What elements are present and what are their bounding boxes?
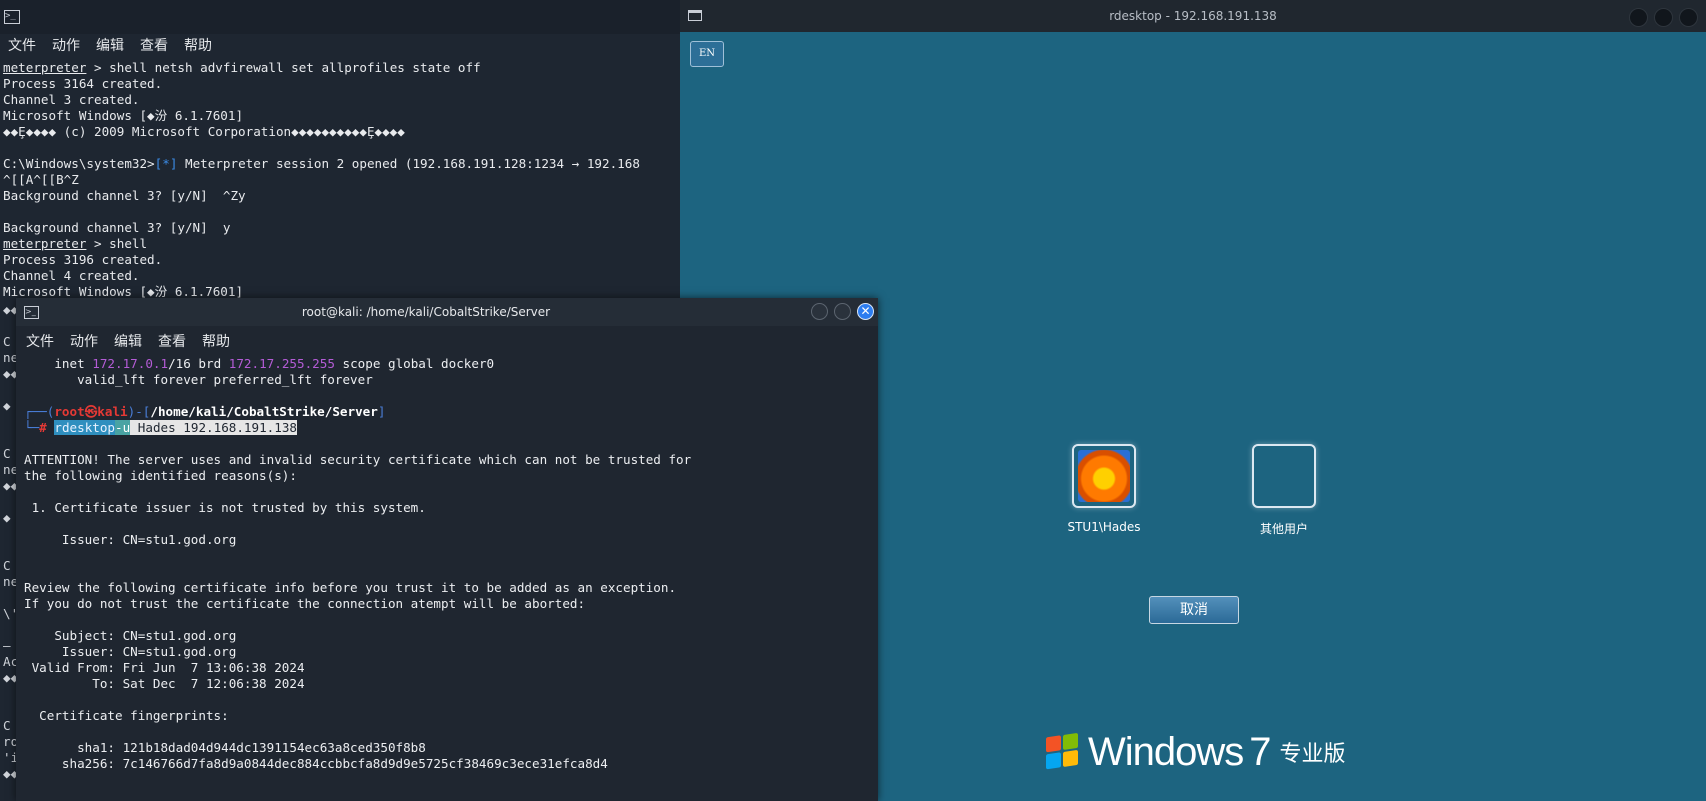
menu-edit[interactable]: 编辑 <box>96 35 124 55</box>
prompt-user: root <box>54 404 85 419</box>
prompt-decoration: └─ <box>24 420 40 435</box>
edge-fragment: C <box>3 446 11 461</box>
output-line: Subject: CN=stu1.god.org <box>24 628 237 643</box>
edge-fragment: ◆ <box>3 398 11 413</box>
menu-action[interactable]: 动作 <box>70 331 98 351</box>
inet-text: inet <box>24 356 93 371</box>
terminal-line: Meterpreter session 2 opened (192.168.19… <box>177 156 640 171</box>
terminal-line: Microsoft Windows [◆汾 6.1.7601] <box>3 108 244 123</box>
rdesktop-titlebar[interactable]: rdesktop - 192.168.191.138 <box>680 0 1706 32</box>
menu-help[interactable]: 帮助 <box>202 331 230 351</box>
menu-view[interactable]: 查看 <box>158 331 186 351</box>
output-line: the following identified reasons(s): <box>24 468 297 483</box>
flower-picture <box>1078 450 1130 502</box>
close-button[interactable] <box>1679 8 1698 27</box>
prompt-path: /home/kali/CobaltStrike/Server <box>150 404 378 419</box>
user-name: 其他用户 <box>1259 522 1308 536</box>
terminal-line: > shell netsh advfirewall set allprofile… <box>86 60 481 75</box>
brand-word: Windows <box>1088 729 1244 774</box>
output-line: Issuer: CN=stu1.god.org <box>24 644 237 659</box>
prompt-host: kali <box>97 404 128 419</box>
ip-address: 172.17.0.1 <box>92 356 169 371</box>
menu-help[interactable]: 帮助 <box>184 35 212 55</box>
windows-logo-icon <box>1046 732 1080 772</box>
terminal-line: Background channel 3? [y/N] ^Zy <box>3 188 246 203</box>
user-avatar[interactable] <box>1252 444 1316 508</box>
prompt-hash: # <box>39 420 47 435</box>
terminal-line: Channel 4 created. <box>3 268 140 283</box>
terminal-line: ◆◆Ȩ◆◆◆◆ (c) 2009 Microsoft Corporation◆◆… <box>3 124 405 139</box>
command-flag: -u <box>115 420 131 435</box>
user-tile-other[interactable]: 其他用户 <box>1239 444 1329 537</box>
close-button[interactable]: ✕ <box>857 303 874 320</box>
terminal-line: ^[[A^[[B^Z <box>3 172 79 187</box>
valid-lft-line: valid_lft forever preferred_lft forever <box>24 372 373 387</box>
edge-fragment: C <box>3 718 11 733</box>
terminal-line: > shell <box>86 236 148 251</box>
terminal-line: Microsoft Windows [◆汾 6.1.7601] <box>3 284 244 299</box>
maximize-button[interactable] <box>834 303 851 320</box>
edge-fragment: — <box>3 638 11 653</box>
inet-text: /16 brd <box>168 356 229 371</box>
prompt-decoration: )-[ <box>127 404 151 419</box>
foreground-terminal-window[interactable]: >_ root@kali: /home/kali/CobaltStrike/Se… <box>16 298 878 801</box>
user-tile-hades[interactable]: STU1\Hades <box>1059 444 1149 534</box>
maximize-button[interactable] <box>1654 8 1673 27</box>
foreground-terminal-titlebar[interactable]: >_ root@kali: /home/kali/CobaltStrike/Se… <box>16 298 878 326</box>
inet-text: scope global docker0 <box>334 356 495 371</box>
language-button[interactable]: EN <box>690 41 724 67</box>
brand-edition: 专业版 <box>1279 742 1346 767</box>
meterpreter-prompt: meterpreter <box>3 236 87 251</box>
output-line: Review the following certificate info be… <box>24 580 677 595</box>
terminal-line: Background channel 3? [y/N] y <box>3 220 231 235</box>
command-args: Hades 192.168.191.138 <box>130 420 298 435</box>
edge-fragment: ◆ <box>3 510 11 525</box>
background-terminal-menubar: 文件 动作 编辑 查看 帮助 <box>0 34 212 56</box>
user-avatar[interactable] <box>1072 444 1136 508</box>
rdesktop-title: rdesktop - 192.168.191.138 <box>1109 9 1277 23</box>
minimize-button[interactable] <box>1629 8 1648 27</box>
prompt-decoration: ┌──( <box>24 404 55 419</box>
output-line: To: Sat Dec 7 12:06:38 2024 <box>24 676 305 691</box>
terminal-icon: >_ <box>4 10 20 24</box>
prompt-decoration: ] <box>377 404 386 419</box>
foreground-terminal-output[interactable]: inet 172.17.0.1/16 brd 172.17.255.255 sc… <box>16 356 878 772</box>
user-name: STU1\Hades <box>1067 520 1141 534</box>
window-controls <box>1629 8 1698 27</box>
menu-file[interactable]: 文件 <box>8 35 36 55</box>
terminal-line: Channel 3 created. <box>3 92 140 107</box>
menu-file[interactable]: 文件 <box>26 331 54 351</box>
info-tag: [*] <box>154 156 178 171</box>
background-terminal-output[interactable]: meterpreter > shell netsh advfirewall se… <box>3 60 678 300</box>
menu-action[interactable]: 动作 <box>52 35 80 55</box>
output-line: sha256: 7c146766d7fa8d9a0844dec884ccbbcf… <box>24 756 608 771</box>
edge-fragment: C <box>3 334 11 349</box>
output-line: sha1: 121b18dad04d944dc1391154ec63a8ced3… <box>24 740 426 755</box>
foreground-terminal-menubar: 文件 动作 编辑 查看 帮助 <box>16 326 878 356</box>
menu-edit[interactable]: 编辑 <box>114 331 142 351</box>
output-line: If you do not trust the certificate the … <box>24 596 586 611</box>
output-line: 1. Certificate issuer is not trusted by … <box>24 500 426 515</box>
menu-view[interactable]: 查看 <box>140 35 168 55</box>
output-line: Certificate fingerprints: <box>24 708 229 723</box>
terminal-line: Process 3196 created. <box>3 252 163 267</box>
broadcast-address: 172.17.255.255 <box>228 356 335 371</box>
edge-fragment: C <box>3 558 11 573</box>
terminal-line: Process 3164 created. <box>3 76 163 91</box>
output-line: ATTENTION! The server uses and invalid s… <box>24 452 692 467</box>
windows-branding: Windows 7 专业版 <box>1046 730 1346 774</box>
minimize-button[interactable] <box>811 303 828 320</box>
cancel-button[interactable]: 取消 <box>1149 596 1239 624</box>
output-line: Issuer: CN=stu1.god.org <box>24 532 237 547</box>
output-line: Valid From: Fri Jun 7 13:06:38 2024 <box>24 660 305 675</box>
brand-version: 7 <box>1249 729 1272 774</box>
cmd-prompt: C:\Windows\system32> <box>3 156 155 171</box>
meterpreter-prompt: meterpreter <box>3 60 87 75</box>
window-controls: ✕ <box>811 303 874 320</box>
terminal-title: root@kali: /home/kali/CobaltStrike/Serve… <box>301 305 551 319</box>
command-name: rdesktop <box>54 420 116 435</box>
prompt-at: ㉿ <box>84 404 98 419</box>
background-terminal-titlebar[interactable]: >_ <box>0 0 680 34</box>
